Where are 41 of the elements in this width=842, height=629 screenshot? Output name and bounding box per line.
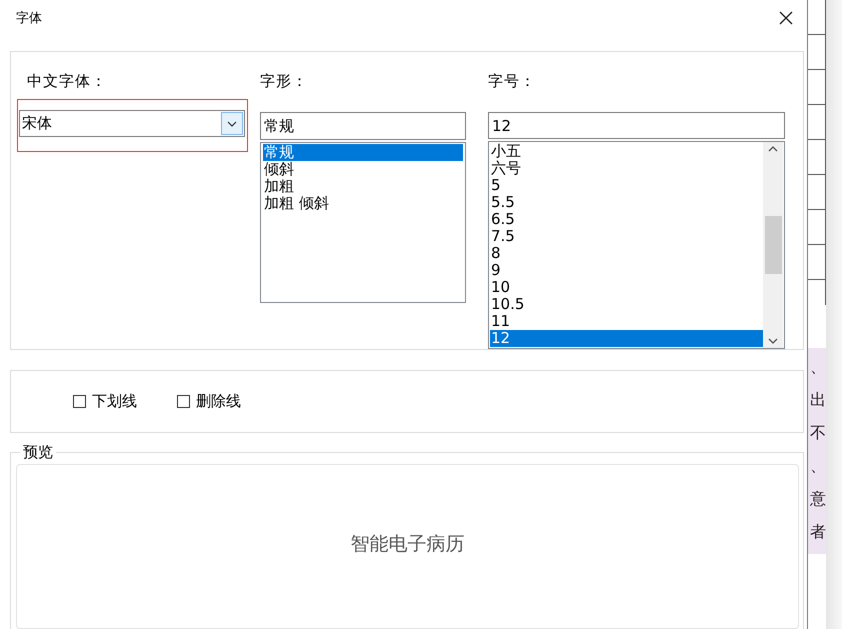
document-text: 意 — [809, 488, 826, 510]
document-text: 、 — [809, 455, 826, 477]
list-item[interactable]: 倾斜 — [263, 161, 463, 178]
window-title: 字体 — [16, 10, 42, 26]
list-item[interactable]: 六号 — [490, 160, 763, 178]
chevron-up-icon[interactable] — [768, 146, 778, 152]
font-family-dropdown[interactable]: 宋体 — [19, 110, 245, 137]
field-label: 字号： — [488, 72, 537, 90]
checkbox-label: 下划线 — [92, 392, 137, 411]
list-item[interactable]: 10.5 — [490, 296, 763, 314]
list-item[interactable]: 5 — [490, 177, 763, 194]
checkbox-label: 删除线 — [196, 392, 241, 411]
close-icon[interactable] — [779, 10, 793, 24]
scrollbar-thumb[interactable] — [764, 216, 782, 274]
checkbox[interactable] — [73, 395, 86, 408]
list-item[interactable]: 加粗 倾斜 — [263, 195, 463, 212]
list-item[interactable]: 7.5 — [490, 228, 763, 246]
list-item[interactable]: 9 — [490, 262, 763, 280]
group-label: 预览 — [22, 443, 54, 462]
field-label: 字形： — [260, 72, 309, 90]
list-item[interactable]: 小五 — [490, 143, 763, 160]
document-text: 、 — [809, 356, 826, 378]
field-label: 中文字体： — [27, 72, 108, 90]
list-item[interactable]: 11 — [490, 313, 763, 330]
document-text: 者 — [809, 521, 826, 543]
scrollbar[interactable] — [763, 142, 783, 348]
chevron-down-icon[interactable] — [768, 338, 778, 344]
list-item[interactable]: 6.5 — [490, 211, 763, 228]
checkbox[interactable] — [177, 395, 190, 408]
document-text: 出 — [809, 389, 826, 411]
input-field[interactable]: 常规 — [260, 112, 466, 140]
list-item[interactable]: 8 — [490, 245, 763, 262]
list-item[interactable]: 常规 — [263, 144, 463, 161]
list-item[interactable]: 10 — [490, 279, 763, 296]
document-text: 不 — [809, 422, 826, 444]
input-field[interactable]: 12 — [488, 112, 785, 140]
chevron-down-icon — [227, 120, 237, 126]
list-item[interactable]: 12 — [490, 330, 763, 348]
list-item[interactable]: 5.5 — [490, 194, 763, 212]
list-item[interactable]: 加粗 — [263, 178, 463, 195]
preview-text: 智能电子病历 — [350, 532, 464, 557]
